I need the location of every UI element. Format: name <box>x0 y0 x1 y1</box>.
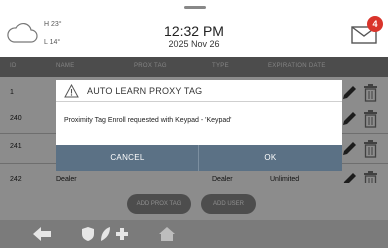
unread-badge: 4 <box>367 16 383 32</box>
leaf-icon[interactable] <box>99 226 111 242</box>
dialog-message: Proximity Tag Enroll requested with Keyp… <box>64 117 232 124</box>
bottom-nav <box>0 220 388 248</box>
clock-time: 12:32 PM <box>164 23 224 39</box>
dialog-title-bar: AUTO LEARN PROXY TAG <box>56 80 342 102</box>
back-arrow-icon[interactable] <box>32 226 52 242</box>
dialog-button-bar: CANCEL OK <box>56 145 342 171</box>
clock-date: 2025 Nov 26 <box>168 39 220 49</box>
plus-icon[interactable] <box>115 226 129 242</box>
ok-button[interactable]: OK <box>199 145 342 171</box>
shield-icon[interactable] <box>81 226 95 242</box>
home-icon[interactable] <box>158 226 176 242</box>
dialog-title: AUTO LEARN PROXY TAG <box>87 86 203 96</box>
header: H 23° L 14° 12:32 PM 2025 Nov 26 4 <box>0 0 388 56</box>
screen: H 23° L 14° 12:32 PM 2025 Nov 26 4 ID NA… <box>0 0 388 248</box>
warning-triangle-icon <box>64 84 79 98</box>
pull-down-handle[interactable] <box>184 6 206 9</box>
cancel-button[interactable]: CANCEL <box>56 145 199 171</box>
auto-learn-dialog: AUTO LEARN PROXY TAG Proximity Tag Enrol… <box>56 80 342 171</box>
